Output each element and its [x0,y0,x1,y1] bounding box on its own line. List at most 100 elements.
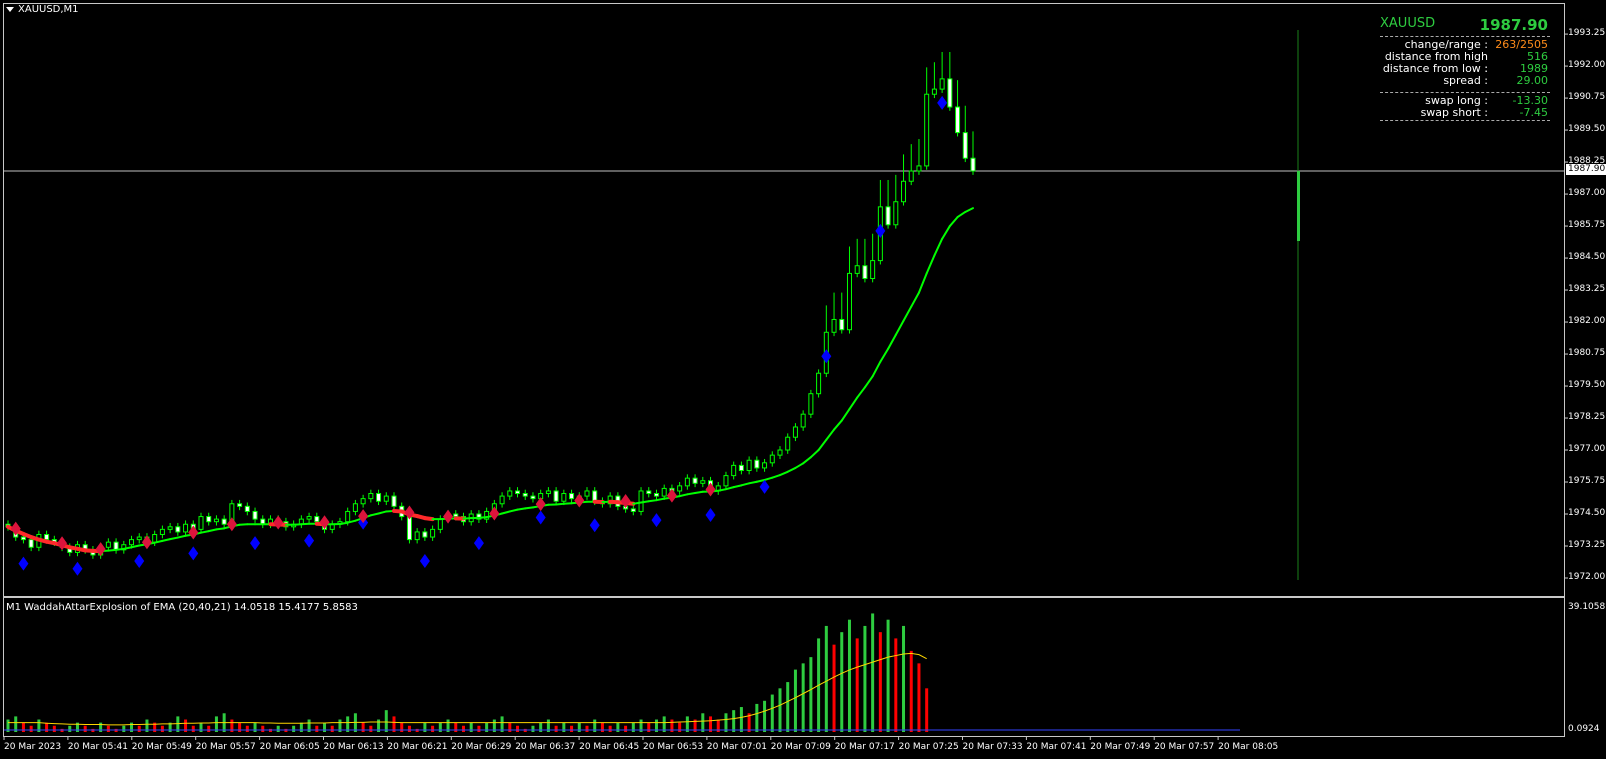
candle-bear [646,490,652,495]
ma-segment-up [678,493,689,498]
indicator-bar-down [832,644,836,732]
time-tick-label: 20 Mar 06:37 [515,742,576,752]
indicator-bar-up [562,722,566,732]
candle-bear [44,533,50,541]
info-divider [1380,120,1550,121]
candle-bear [653,493,659,497]
sell-signal-diamond [666,488,677,503]
candle-bull [893,201,899,226]
candle-bear [962,132,968,159]
indicator-bar-up [122,725,126,732]
indicator-bar-down [369,725,373,732]
ma-segment-up [694,490,704,495]
ma-segment-up [809,449,820,459]
chart-canvas[interactable] [0,0,1606,759]
indicator-bar-up [755,703,759,732]
indicator-bar-down [191,725,195,732]
chart-menu-triangle-icon[interactable] [6,7,14,12]
time-tick-label: 20 Mar 07:57 [1154,742,1215,752]
candle-bull [213,518,219,523]
price-axis[interactable]: 1993.25 1992.00 1990.75 1989.50 1988.25 1987.… [1565,0,1606,759]
buy-signal-diamond [937,95,948,110]
buy-signal-diamond [759,479,770,494]
indicator-bar-up [276,725,280,732]
ma-segment-up [300,522,311,526]
candle-bull [430,528,436,538]
ma-segment-up [338,521,349,525]
candle-bull [306,516,312,520]
price-tick-label: 1987.00 [1568,188,1606,199]
time-tick-label: 20 Mar 08:05 [1218,742,1279,752]
ma-segment-up [501,510,511,515]
candle-bear [20,536,26,541]
sell-signal-diamond [489,506,500,521]
ma-segment-up [902,305,913,322]
candle-bull [939,78,945,90]
indicator-bar-up [323,722,327,732]
sell-signal-diamond [574,493,585,508]
candle-bull [661,487,667,497]
price-tick-label: 1974.50 [1568,508,1606,518]
candle-bear [947,78,953,108]
candle-bull [792,426,798,438]
indicator-bar-down [160,725,164,732]
indicator-axis-label: 39.1058 [1568,602,1606,612]
candle-bear [422,531,428,538]
price-tick-label: 1993.25 [1568,28,1606,39]
indicator-bar-up [299,722,303,732]
indicator-bar-down [600,722,604,732]
indicator-bar-up [469,722,473,732]
time-tick-label: 20 Mar 06:29 [451,742,512,752]
ma-segment-up [833,419,843,431]
price-tick-label: 1980.75 [1568,348,1606,359]
price-tick-label: 1990.75 [1568,92,1606,103]
indicator-bar-up [840,632,844,732]
candle-bull [916,165,922,172]
live-bar [1297,171,1300,242]
candle-bull [198,516,204,530]
ma-segment-up [516,507,527,511]
info-row: swap short : -7.45 [1380,107,1550,119]
price-tick-label: 1977.00 [1568,444,1606,455]
candle-bull [854,265,860,274]
ma-segment-up [871,360,882,378]
candle-bear [692,477,698,484]
buy-signal-diamond [18,556,29,571]
candle-bear [955,106,961,134]
candle-bull [831,318,837,333]
ma-segment-up [817,438,828,452]
info-row: spread : 29.00 [1380,75,1550,87]
ma-segment-up [948,216,959,228]
indicator-bar-down [554,725,558,732]
ma-segment-up [748,480,758,485]
ma-segment-up [238,523,249,526]
candle-bear [839,318,845,331]
indicator-bar-up [384,710,388,732]
price-tick-label: 1984.50 [1568,252,1606,263]
info-row-value: -7.45 [1519,106,1548,119]
pane-separator[interactable] [3,596,1565,598]
candle-bull [584,490,590,497]
ma-segment-up [786,466,797,473]
indicator-bar-up [616,722,620,732]
candle-bull [746,459,752,471]
buy-signal-diamond [188,546,199,561]
ma-segment-up [894,319,905,336]
time-tick-label: 20 Mar 07:25 [898,742,959,752]
ma-segment-up [779,470,789,477]
candle-bull [777,449,783,456]
indicator-bar-down [431,725,435,732]
indicator-bar-down [83,725,87,732]
chart-title-text: XAUUSD,M1 [18,4,79,15]
indicator-bar-down [454,722,458,732]
indicator-bar-up [631,722,635,732]
price-tick-label: 1992.00 [1568,60,1606,71]
candle-bull [437,518,443,530]
time-tick-label: 20 Mar 07:41 [1026,742,1087,752]
candle-bull [159,528,165,535]
ma-segment-up [686,492,697,496]
candle-bear [252,510,258,520]
time-tick-label: 20 Mar 05:49 [131,742,192,752]
sell-signal-diamond [141,535,152,550]
ma-segment-up [840,408,851,422]
